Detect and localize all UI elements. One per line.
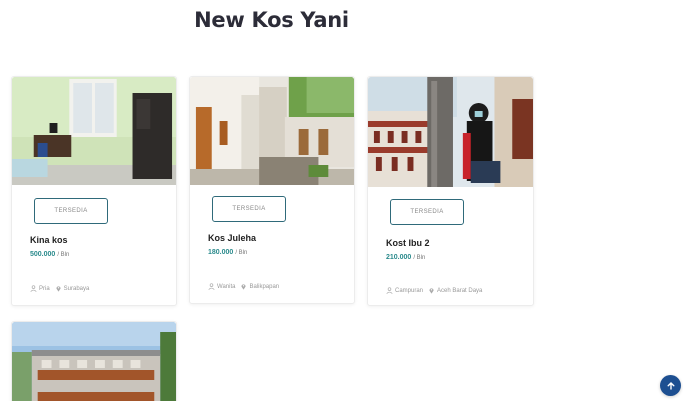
listing-price: 180.000 — [208, 249, 234, 256]
page-title: New Kos Yani — [194, 8, 349, 32]
listing-city: Aceh Barat Daya — [437, 287, 483, 294]
price-period: / Bln — [57, 252, 70, 258]
listing-gender: Wanita — [217, 283, 236, 290]
listing-card[interactable]: TERSEDIA Kina kos 500.000/ Bln Pria Sura… — [11, 76, 177, 306]
listing-price-line: 210.000/ Bln — [386, 254, 425, 261]
map-pin-icon — [241, 284, 247, 290]
listing-price-line: 180.000/ Bln — [208, 249, 247, 256]
listing-meta: Pria Surabaya — [30, 285, 89, 292]
listing-name[interactable]: Kost Ibu 2 — [386, 238, 430, 248]
listing-photo[interactable] — [12, 77, 176, 185]
map-pin-icon — [429, 288, 434, 294]
price-period: / Bln — [413, 255, 426, 261]
scroll-top-button[interactable] — [660, 375, 681, 396]
arrow-up-icon — [667, 381, 674, 390]
listing-price: 500.000 — [30, 251, 56, 258]
listing-gender: Pria — [39, 285, 50, 292]
listing-price-line: 500.000/ Bln — [30, 251, 69, 258]
listing-meta: Wanita Balikpapan — [208, 283, 279, 290]
availability-button[interactable]: TERSEDIA — [34, 198, 108, 224]
listing-price: 210.000 — [386, 254, 412, 261]
availability-button[interactable]: TERSEDIA — [390, 199, 464, 225]
map-pin-icon — [56, 286, 61, 292]
price-period: / Bln — [235, 250, 248, 256]
listing-card[interactable]: TERSEDIA Kos Juleha 180.000/ Bln Wanita … — [189, 76, 355, 304]
listing-name[interactable]: Kina kos — [30, 235, 68, 245]
listing-card[interactable]: TERSEDIA Kost Ibu 2 210.000/ Bln Campura… — [367, 76, 534, 306]
listing-name[interactable]: Kos Juleha — [208, 233, 256, 243]
listing-photo[interactable] — [368, 77, 533, 187]
listing-photo[interactable] — [190, 77, 354, 185]
listing-photo[interactable] — [12, 322, 176, 401]
availability-button[interactable]: TERSEDIA — [212, 196, 286, 222]
listing-gender: Campuran — [395, 287, 424, 294]
person-icon — [386, 287, 393, 294]
person-icon — [208, 283, 215, 290]
listing-card[interactable] — [11, 321, 177, 401]
person-icon — [30, 285, 37, 292]
listing-city: Surabaya — [63, 285, 90, 292]
listing-meta: Campuran Aceh Barat Daya — [386, 287, 482, 294]
listing-city: Balikpapan — [249, 283, 280, 290]
